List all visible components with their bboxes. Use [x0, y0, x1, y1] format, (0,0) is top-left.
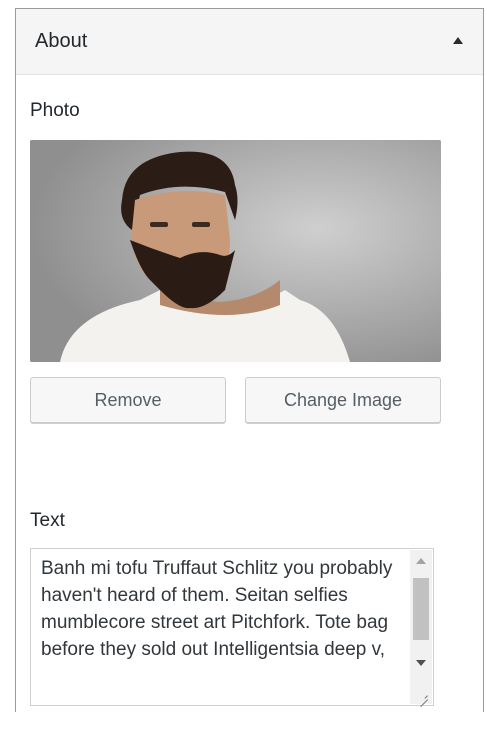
text-textarea[interactable]: Banh mi tofu Truffaut Schlitz you probab…: [30, 548, 434, 706]
remove-button[interactable]: Remove: [30, 377, 226, 423]
change-image-button[interactable]: Change Image: [245, 377, 441, 423]
section-header[interactable]: About: [16, 9, 483, 75]
triangle-up-icon[interactable]: [453, 37, 463, 44]
text-label: Text: [30, 510, 65, 531]
textarea-content[interactable]: Banh mi tofu Truffaut Schlitz you probab…: [41, 555, 401, 663]
resize-handle-icon[interactable]: [410, 680, 432, 704]
textarea-scrollbar[interactable]: [410, 550, 432, 680]
photo-preview: [30, 140, 441, 362]
portrait-image: [30, 140, 441, 362]
section-title: About: [35, 30, 88, 52]
scroll-thumb[interactable]: [413, 578, 429, 640]
photo-label: Photo: [30, 100, 80, 121]
scroll-down-icon[interactable]: [416, 660, 426, 666]
scroll-up-icon[interactable]: [416, 558, 426, 564]
